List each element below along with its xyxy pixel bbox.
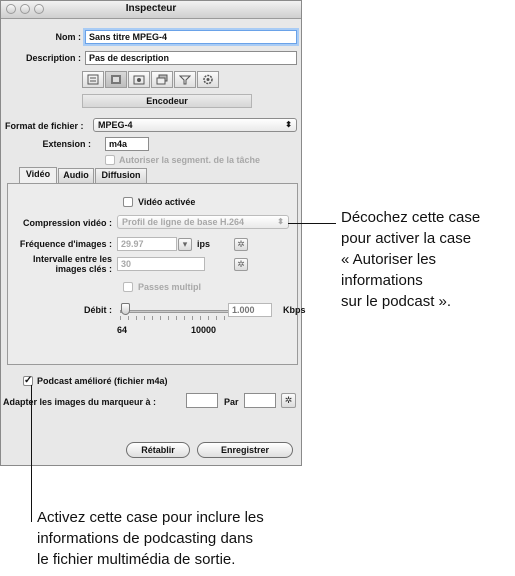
keyframe-interval-field[interactable]: 30 [117, 257, 205, 271]
tab-audio[interactable]: Audio [58, 168, 94, 183]
keyframe-label-line2: images clés : [55, 264, 112, 274]
multipass-checkbox[interactable] [123, 282, 133, 292]
video-compression-label: Compression vidéo : [22, 218, 112, 228]
bitrate-label: Débit : [84, 305, 112, 315]
filter-icon [179, 75, 191, 85]
name-label: Nom : [55, 32, 82, 42]
bitrate-unit: Kbps [283, 305, 306, 315]
adapt-width-field[interactable] [186, 393, 218, 408]
gear-icon: ✲ [284, 395, 293, 405]
tab-actions-button[interactable] [197, 71, 219, 88]
callout-bottom-line: informations de podcasting dans [37, 530, 253, 547]
bitrate-min-label: 64 [117, 325, 128, 335]
callout-right: Décochez cette case pour activer la case… [341, 207, 513, 312]
description-label: Description : [25, 53, 81, 63]
adapt-markers-label: Adapter les images du marqueur à : [3, 397, 157, 407]
popup-arrows-icon: ⬍ [277, 217, 284, 226]
keyframe-settings-button[interactable]: ✲ [234, 258, 248, 271]
frame-rate-dropdown-button[interactable]: ▾ [178, 238, 192, 251]
callout-right-line: sur le podcast ». [341, 293, 452, 310]
layers-icon [156, 74, 168, 85]
save-button[interactable]: Enregistrer [197, 442, 293, 458]
callout-line-right [288, 223, 336, 224]
tab-filters-button[interactable] [151, 71, 173, 88]
video-enabled-checkbox[interactable] [123, 197, 133, 207]
gear-icon [203, 74, 213, 85]
popup-arrows-icon: ⬍ [285, 120, 292, 129]
callout-right-line: pour activer la case [341, 230, 472, 247]
inspector-window: Inspecteur Nom : Sans titre MPEG-4 Descr… [0, 0, 306, 466]
tab-diffusion[interactable]: Diffusion [95, 168, 147, 183]
name-field[interactable]: Sans titre MPEG-4 [85, 30, 297, 44]
bitrate-slider-ticks [120, 316, 230, 320]
file-format-popup[interactable]: MPEG-4 ⬍ [93, 118, 297, 132]
tab-video[interactable]: Vidéo [19, 167, 57, 183]
tab-geometry-button[interactable] [174, 71, 196, 88]
frame-rate-label: Fréquence d'images : [19, 239, 112, 249]
window-title: Inspecteur [125, 3, 177, 14]
encoder-panel-title: Encodeur [82, 94, 252, 108]
callout-right-line: Décochez cette case [341, 209, 481, 226]
multipass-label: Passes multipl [138, 282, 202, 292]
adapt-settings-button[interactable]: ✲ [281, 393, 296, 408]
extension-field[interactable]: m4a [105, 137, 149, 151]
photo-icon [133, 75, 145, 85]
video-enabled-label: Vidéo activée [138, 197, 196, 207]
tab-encoder-button[interactable] [105, 71, 127, 88]
tab-summary-button[interactable] [82, 71, 104, 88]
enhanced-podcast-label: Podcast amélioré (fichier m4a) [37, 376, 168, 386]
video-compression-value: Profil de ligne de base H.264 [122, 217, 245, 227]
file-format-label: Format de fichier : [5, 121, 84, 131]
callout-right-line: « Autoriser les [341, 251, 437, 268]
gear-icon: ✲ [237, 239, 245, 249]
frame-rate-field[interactable]: 29.97 [117, 237, 177, 251]
frame-rate-settings-button[interactable]: ✲ [234, 238, 248, 251]
callout-bottom-line: le fichier multimédia de sortie. [37, 551, 236, 568]
adapt-height-field[interactable] [244, 393, 276, 408]
bitrate-max-label: 10000 [191, 325, 217, 335]
segmentation-checkbox[interactable] [105, 155, 115, 165]
gear-icon: ✲ [237, 259, 245, 269]
bitrate-slider-track[interactable] [120, 310, 230, 313]
list-icon [87, 74, 99, 85]
film-icon [111, 75, 121, 84]
file-format-value: MPEG-4 [98, 120, 133, 130]
title-bar: Inspecteur [1, 1, 301, 19]
video-compression-popup[interactable]: Profil de ligne de base H.264 ⬍ [117, 215, 289, 229]
par-label: Par [224, 397, 239, 407]
bitrate-field[interactable]: 1.000 [228, 303, 272, 317]
extension-label: Extension : [42, 139, 91, 149]
callout-line-bottom [31, 385, 32, 522]
video-tab-panel: Vidéo activée Compression vidéo : Profil… [7, 183, 306, 365]
callout-bottom-line: Activez cette case pour inclure les [37, 509, 264, 526]
keyframe-label-line1: Intervalle entre les [32, 254, 112, 264]
callout-right-line: informations [341, 272, 423, 289]
segmentation-label: Autoriser la segment. de la tâche [119, 155, 261, 165]
revert-button[interactable]: Rétablir [126, 442, 190, 458]
tab-frame-controls-button[interactable] [128, 71, 150, 88]
description-field[interactable]: Pas de description [85, 51, 297, 65]
callout-bottom: Activez cette case pour inclure les info… [37, 507, 347, 570]
bitrate-slider-thumb[interactable] [121, 303, 130, 315]
frame-rate-unit: ips [197, 239, 211, 249]
